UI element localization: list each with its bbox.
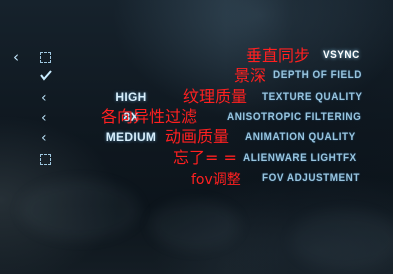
annotation-animation-quality: 动画质量 bbox=[165, 127, 230, 146]
annotation-vsync: 垂直同步 bbox=[246, 46, 311, 65]
menu-row-vsync[interactable]: VSYNC 垂直同步 bbox=[0, 47, 393, 67]
annotation-depth-of-field: 景深 bbox=[234, 66, 267, 85]
value-texture-quality: HIGH bbox=[115, 90, 147, 104]
option-label-alienware-lightfx: ALIENWARE LIGHTFX bbox=[243, 152, 357, 164]
option-label-fov-adjustment: FOV ADJUSTMENT bbox=[262, 172, 360, 184]
arrow-left-icon[interactable]: ‹ bbox=[41, 91, 47, 105]
option-label-texture-quality: TEXTURE QUALITY bbox=[262, 91, 363, 103]
annotation-fov-adjustment: fov调整 bbox=[191, 172, 241, 188]
menu-row-animation-quality[interactable]: ‹ MEDIUM ANIMATION QUALITY 动画质量 bbox=[0, 128, 393, 148]
checkmark-icon[interactable] bbox=[39, 69, 53, 81]
option-label-anisotropic-filtering: ANISOTROPIC FILTERING bbox=[227, 111, 362, 123]
menu-row-anisotropic-filtering[interactable]: ‹ 8X ANISOTROPIC FILTERING 各向异性过滤 bbox=[0, 108, 393, 128]
menu-row-alienware-lightfx[interactable]: ALIENWARE LIGHTFX 忘了= = bbox=[0, 149, 393, 169]
arrow-left-icon[interactable]: ‹ bbox=[41, 131, 47, 145]
annotation-anisotropic-filtering: 各向异性过滤 bbox=[101, 107, 198, 126]
settings-screen: ‹ VSYNC 垂直同步 DEPTH OF FIELD 景深 ‹ HIGH TE… bbox=[0, 0, 393, 274]
annotation-alienware-lightfx: 忘了= = bbox=[173, 148, 237, 167]
checkbox-unchecked-icon[interactable] bbox=[40, 154, 51, 165]
arrow-left-icon[interactable]: ‹ bbox=[41, 111, 47, 125]
annotation-texture-quality: 纹理质量 bbox=[183, 87, 248, 106]
menu-row-texture-quality[interactable]: ‹ HIGH TEXTURE QUALITY 纹理质量 bbox=[0, 88, 393, 108]
option-label-depth-of-field: DEPTH OF FIELD bbox=[273, 69, 362, 81]
menu-row-fov-adjustment[interactable]: FOV ADJUSTMENT fov调整 bbox=[0, 170, 393, 190]
menu-row-depth-of-field[interactable]: DEPTH OF FIELD 景深 bbox=[0, 67, 393, 87]
option-label-vsync: VSYNC bbox=[323, 49, 360, 61]
checkbox-unchecked-icon[interactable] bbox=[40, 52, 51, 63]
option-label-animation-quality: ANIMATION QUALITY bbox=[245, 131, 356, 143]
